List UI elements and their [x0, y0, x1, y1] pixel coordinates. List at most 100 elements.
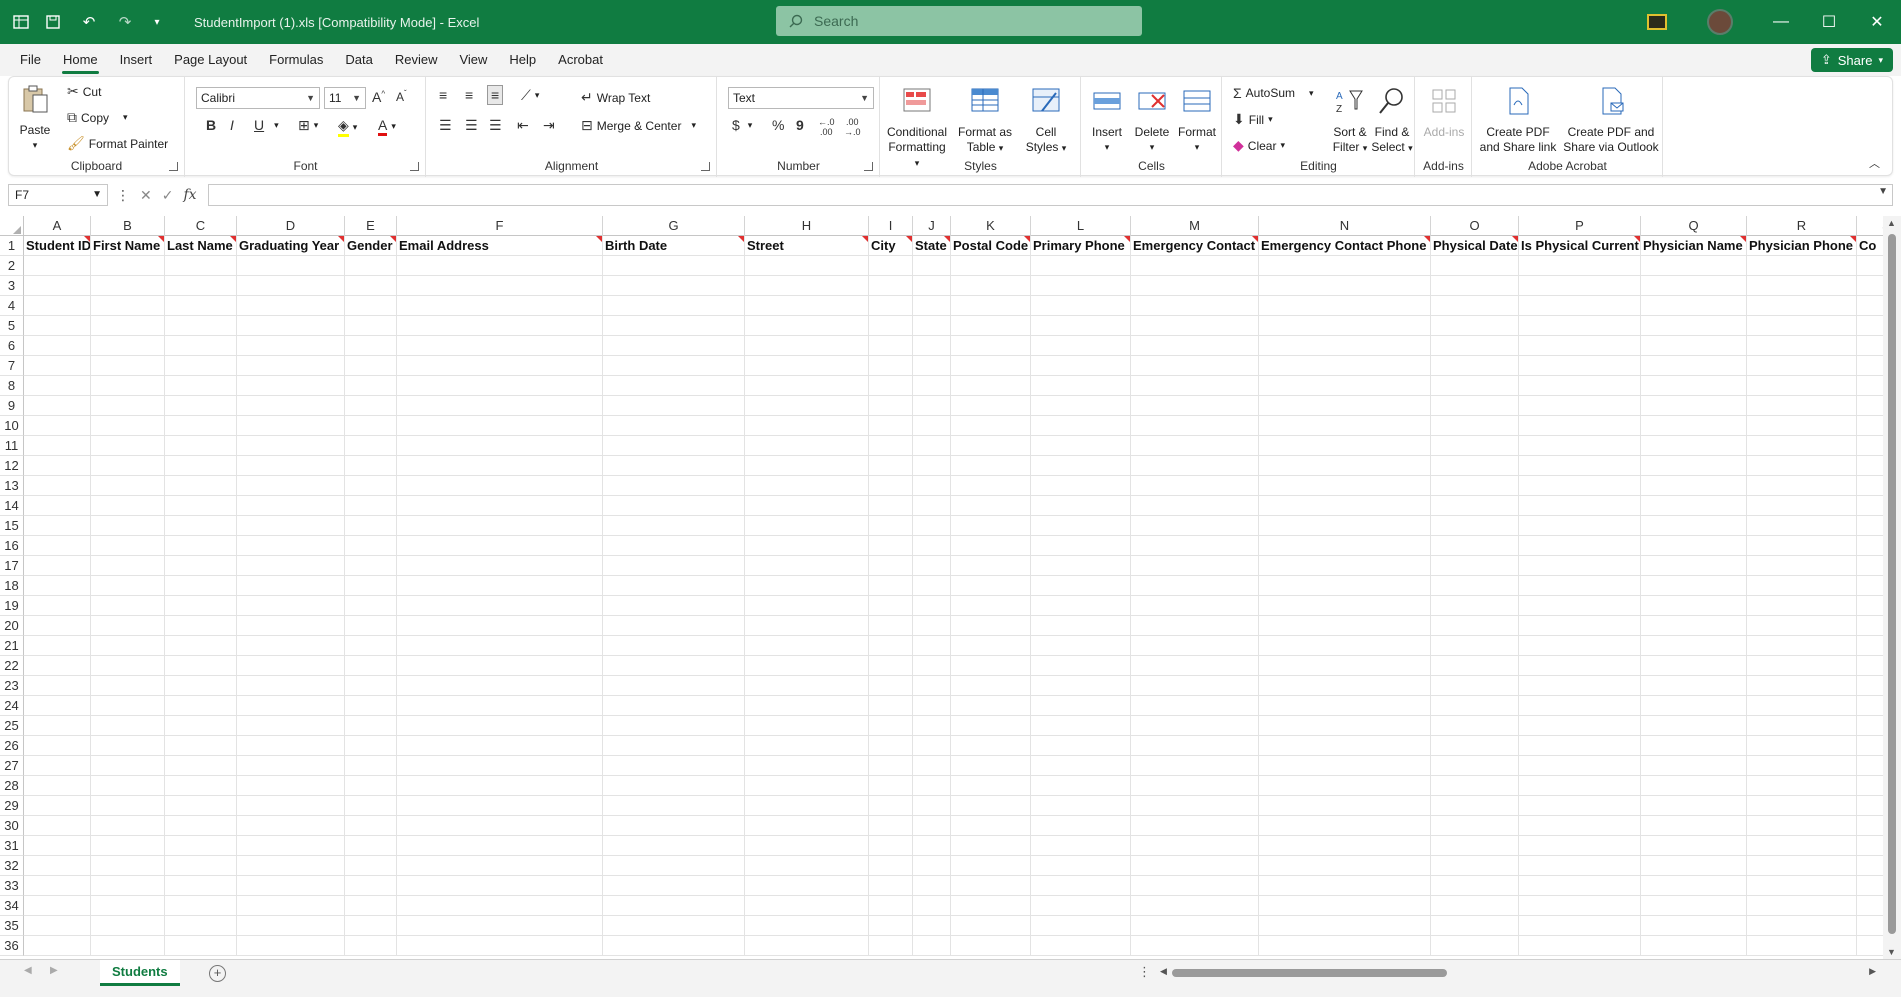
scroll-down-icon[interactable]: ▼	[1887, 947, 1896, 957]
cell[interactable]	[1031, 416, 1131, 436]
cell[interactable]	[951, 476, 1031, 496]
cell[interactable]	[1131, 736, 1259, 756]
cell[interactable]	[1519, 476, 1641, 496]
cell[interactable]	[913, 716, 951, 736]
cell[interactable]	[603, 936, 745, 956]
cell[interactable]	[1431, 716, 1519, 736]
tab-review[interactable]: Review	[384, 44, 449, 76]
cell[interactable]	[1641, 736, 1747, 756]
comment-indicator-icon[interactable]	[84, 236, 90, 242]
cell[interactable]	[345, 876, 397, 896]
cell[interactable]	[1131, 516, 1259, 536]
cell[interactable]	[1031, 536, 1131, 556]
cell[interactable]	[951, 496, 1031, 516]
expand-formula-bar-icon[interactable]: ▼	[1878, 186, 1888, 197]
cell[interactable]	[91, 576, 165, 596]
cell[interactable]	[913, 676, 951, 696]
cell[interactable]	[237, 676, 345, 696]
cell[interactable]	[1519, 496, 1641, 516]
cell[interactable]	[1747, 416, 1857, 436]
cell[interactable]	[951, 896, 1031, 916]
cell[interactable]	[869, 876, 913, 896]
cell[interactable]	[165, 316, 237, 336]
cell[interactable]	[1131, 616, 1259, 636]
cell[interactable]	[165, 476, 237, 496]
sort-filter-button[interactable]: AZ Sort & Filter ▾	[1329, 85, 1371, 156]
cell[interactable]	[1747, 496, 1857, 516]
cell[interactable]	[237, 336, 345, 356]
comment-indicator-icon[interactable]	[944, 236, 950, 242]
cell[interactable]	[745, 736, 869, 756]
cell[interactable]	[397, 616, 603, 636]
cell[interactable]	[1431, 336, 1519, 356]
cell[interactable]	[345, 636, 397, 656]
header-cell-m[interactable]: Emergency Contact	[1131, 236, 1259, 256]
cell[interactable]	[397, 876, 603, 896]
maximize-button[interactable]: ☐	[1805, 0, 1853, 44]
cell[interactable]	[1431, 496, 1519, 516]
cell[interactable]	[397, 396, 603, 416]
cell[interactable]	[397, 676, 603, 696]
cell[interactable]	[1641, 336, 1747, 356]
cell[interactable]	[1857, 716, 1883, 736]
cell[interactable]	[869, 816, 913, 836]
cell[interactable]	[1641, 316, 1747, 336]
cell[interactable]	[1747, 756, 1857, 776]
minimize-button[interactable]: —	[1757, 0, 1805, 44]
paste-button[interactable]: Paste ▾	[15, 83, 55, 153]
avatar[interactable]	[1707, 9, 1733, 35]
cell[interactable]	[1131, 896, 1259, 916]
row-header[interactable]: 7	[0, 356, 24, 376]
redo-icon[interactable]: ↷	[114, 11, 136, 33]
cell[interactable]	[603, 276, 745, 296]
cell[interactable]	[345, 596, 397, 616]
cell[interactable]	[869, 776, 913, 796]
cell[interactable]	[1747, 836, 1857, 856]
cell[interactable]	[1857, 636, 1883, 656]
cell[interactable]	[1131, 536, 1259, 556]
cell[interactable]	[869, 596, 913, 616]
orientation-button[interactable]: ⟋ ▾	[521, 87, 539, 104]
cell[interactable]	[165, 356, 237, 376]
cell[interactable]	[1431, 736, 1519, 756]
cell[interactable]	[1857, 796, 1883, 816]
header-cell-c[interactable]: Last Name	[165, 236, 237, 256]
cell[interactable]	[237, 376, 345, 396]
cell[interactable]	[1747, 296, 1857, 316]
cell[interactable]	[237, 476, 345, 496]
cell[interactable]	[1259, 376, 1431, 396]
cell[interactable]	[951, 256, 1031, 276]
align-top-button[interactable]: ≡	[439, 87, 447, 103]
cell[interactable]	[345, 696, 397, 716]
cell[interactable]	[1259, 896, 1431, 916]
cell[interactable]	[1641, 716, 1747, 736]
cell[interactable]	[951, 316, 1031, 336]
cell[interactable]	[745, 676, 869, 696]
cell[interactable]	[951, 356, 1031, 376]
cell[interactable]	[91, 436, 165, 456]
cell[interactable]	[91, 716, 165, 736]
cell[interactable]	[603, 796, 745, 816]
cell[interactable]	[603, 596, 745, 616]
insert-cells-button[interactable]: Insert ▾	[1086, 85, 1128, 155]
cell[interactable]	[24, 836, 91, 856]
cell[interactable]	[745, 456, 869, 476]
cell[interactable]	[1431, 816, 1519, 836]
comment-indicator-icon[interactable]	[738, 236, 744, 242]
cell[interactable]	[603, 356, 745, 376]
cell[interactable]	[1857, 516, 1883, 536]
cell[interactable]	[345, 936, 397, 956]
cell[interactable]	[1031, 916, 1131, 936]
cell[interactable]	[1131, 456, 1259, 476]
row-header[interactable]: 25	[0, 716, 24, 736]
cell[interactable]	[1031, 716, 1131, 736]
cell[interactable]	[951, 596, 1031, 616]
cell[interactable]	[1259, 736, 1431, 756]
cell[interactable]	[1259, 756, 1431, 776]
cell[interactable]	[24, 596, 91, 616]
cell[interactable]	[165, 756, 237, 776]
cell[interactable]	[237, 556, 345, 576]
cell[interactable]	[165, 876, 237, 896]
cell[interactable]	[913, 576, 951, 596]
cell[interactable]	[237, 696, 345, 716]
